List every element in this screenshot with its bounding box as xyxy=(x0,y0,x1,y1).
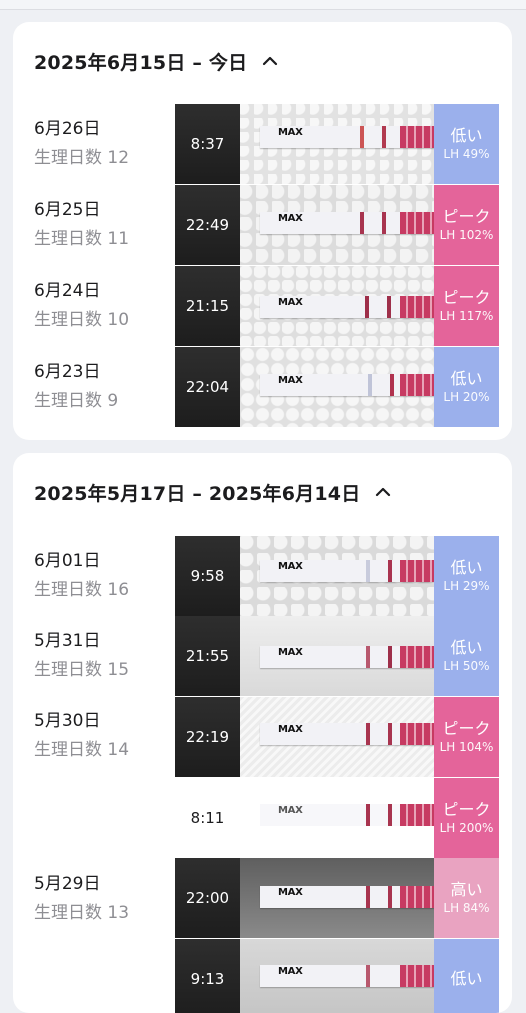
strip-max-label: MAX xyxy=(278,724,303,735)
day-label: 6月23日 生理日数 9 xyxy=(34,361,118,412)
test-entry[interactable]: 8:37 MAX 低い LH 49% xyxy=(175,104,499,184)
cycle-day: 生理日数 12 xyxy=(34,148,130,168)
lh-status-badge: 低い LH 20% xyxy=(434,347,499,427)
group-header[interactable]: 2025年5月17日 – 2025年6月14日 xyxy=(34,477,392,507)
test-strip-photo: 9:13 MAX xyxy=(175,939,434,1013)
test-entry[interactable]: 22:00 MAX 高い LH 84% xyxy=(175,858,499,938)
cycle-day: 生理日数 13 xyxy=(34,903,130,923)
test-entry[interactable]: 21:15 MAX ピーク LH 117% xyxy=(175,266,499,346)
test-strip-photo: 8:11 MAX xyxy=(175,778,434,858)
lh-status-badge: 高い LH 84% xyxy=(434,858,499,938)
day-label: 6月01日 生理日数 16 xyxy=(34,550,129,601)
day-date: 6月23日 xyxy=(34,362,101,382)
test-strip-photo: 9:58 MAX xyxy=(175,536,434,616)
test-time: 22:49 xyxy=(175,185,240,265)
test-entry[interactable]: 9:58 MAX 低い LH 29% xyxy=(175,536,499,616)
test-time: 21:15 xyxy=(175,266,240,346)
strip-max-label: MAX xyxy=(278,647,303,658)
test-time: 8:37 xyxy=(175,104,240,184)
test-entry[interactable]: 22:04 MAX 低い LH 20% xyxy=(175,347,499,427)
test-strip-photo: 21:15 MAX xyxy=(175,266,434,346)
test-strip-photo: 22:00 MAX xyxy=(175,858,434,938)
group-date-range: 2025年5月17日 – 2025年6月14日 xyxy=(34,482,361,505)
lh-status-badge: ピーク LH 117% xyxy=(434,266,499,346)
test-strip-photo: 22:19 MAX xyxy=(175,697,434,777)
test-strip-photo: 22:04 MAX xyxy=(175,347,434,427)
test-group-card-2: 2025年5月17日 – 2025年6月14日 6月01日 生理日数 16 5月… xyxy=(13,453,512,1013)
test-time: 22:19 xyxy=(175,697,240,777)
test-strip-photo: 21:55 MAX xyxy=(175,616,434,696)
test-entry[interactable]: 9:13 MAX 低い xyxy=(175,939,499,1013)
test-entry[interactable]: 22:49 MAX ピーク LH 102% xyxy=(175,185,499,265)
test-time: 21:55 xyxy=(175,616,240,696)
day-date: 6月24日 xyxy=(34,281,101,301)
chevron-up-icon[interactable] xyxy=(261,52,279,70)
day-date: 5月31日 xyxy=(34,631,101,651)
cycle-day: 生理日数 14 xyxy=(34,740,130,760)
lh-status-badge: 低い LH 49% xyxy=(434,104,499,184)
day-date: 5月29日 xyxy=(34,874,101,894)
group-date-range: 2025年6月15日 – 今日 xyxy=(34,51,248,74)
test-time: 9:13 xyxy=(175,939,240,1013)
lh-status-badge: ピーク LH 200% xyxy=(434,778,499,858)
day-label: 6月26日 生理日数 12 xyxy=(34,118,129,169)
test-group-card-1: 2025年6月15日 – 今日 6月26日 生理日数 12 6月25日 生理日数… xyxy=(13,22,512,440)
strip-max-label: MAX xyxy=(278,887,303,898)
day-label: 5月30日 生理日数 14 xyxy=(34,710,129,761)
test-strip-photo: 22:49 MAX xyxy=(175,185,434,265)
chevron-up-icon[interactable] xyxy=(374,483,392,501)
strip-max-label: MAX xyxy=(278,561,303,572)
cycle-day: 生理日数 10 xyxy=(34,310,130,330)
test-entry[interactable]: 21:55 MAX 低い LH 50% xyxy=(175,616,499,696)
day-label: 5月31日 生理日数 15 xyxy=(34,630,129,681)
strip-max-label: MAX xyxy=(278,213,303,224)
strip-max-label: MAX xyxy=(278,966,303,977)
cycle-day: 生理日数 15 xyxy=(34,660,130,680)
day-label: 5月29日 生理日数 13 xyxy=(34,873,129,924)
cycle-day: 生理日数 9 xyxy=(34,391,119,411)
test-strip-photo: 8:37 MAX xyxy=(175,104,434,184)
test-time: 22:00 xyxy=(175,858,240,938)
cycle-day: 生理日数 11 xyxy=(34,229,130,249)
day-label: 6月24日 生理日数 10 xyxy=(34,280,129,331)
lh-status-badge: 低い LH 29% xyxy=(434,536,499,616)
lh-status-badge: 低い LH 50% xyxy=(434,616,499,696)
test-time: 9:58 xyxy=(175,536,240,616)
day-date: 6月26日 xyxy=(34,119,101,139)
lh-status-badge: 低い xyxy=(434,939,499,1013)
strip-max-label: MAX xyxy=(278,805,303,816)
test-time: 22:04 xyxy=(175,347,240,427)
day-date: 6月25日 xyxy=(34,200,101,220)
day-label: 6月25日 生理日数 11 xyxy=(34,199,129,250)
lh-status-badge: ピーク LH 102% xyxy=(434,185,499,265)
test-entry[interactable]: 22:19 MAX ピーク LH 104% xyxy=(175,697,499,777)
strip-max-label: MAX xyxy=(278,127,303,138)
day-date: 5月30日 xyxy=(34,711,101,731)
lh-status-badge: ピーク LH 104% xyxy=(434,697,499,777)
test-time: 8:11 xyxy=(175,778,240,858)
strip-max-label: MAX xyxy=(278,297,303,308)
group-header[interactable]: 2025年6月15日 – 今日 xyxy=(34,46,279,76)
cycle-day: 生理日数 16 xyxy=(34,580,130,600)
day-date: 6月01日 xyxy=(34,551,101,571)
strip-max-label: MAX xyxy=(278,375,303,386)
top-bar-edge xyxy=(0,0,526,10)
test-entry[interactable]: 8:11 MAX ピーク LH 200% xyxy=(175,778,499,858)
